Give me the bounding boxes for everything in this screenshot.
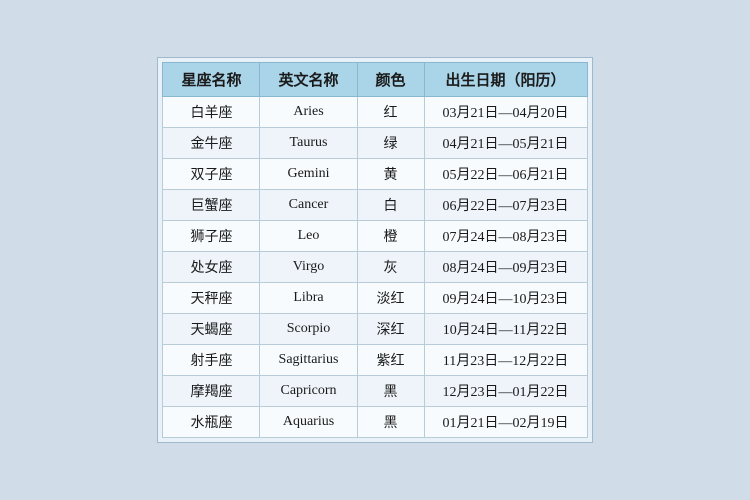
table-row: 水瓶座Aquarius黑01月21日—02月19日 <box>163 407 587 438</box>
english-name-cell: Sagittarius <box>260 345 357 376</box>
chinese-name-cell: 白羊座 <box>163 97 260 128</box>
english-name-cell: Leo <box>260 221 357 252</box>
chinese-name-cell: 摩羯座 <box>163 376 260 407</box>
table-row: 射手座Sagittarius紫红11月23日—12月22日 <box>163 345 587 376</box>
english-name-cell: Aries <box>260 97 357 128</box>
zodiac-table-container: 星座名称 英文名称 颜色 出生日期（阳历） 白羊座Aries红03月21日—04… <box>157 57 592 443</box>
color-cell: 黑 <box>357 376 424 407</box>
table-header-row: 星座名称 英文名称 颜色 出生日期（阳历） <box>163 63 587 97</box>
chinese-name-cell: 狮子座 <box>163 221 260 252</box>
dates-cell: 11月23日—12月22日 <box>424 345 587 376</box>
table-row: 双子座Gemini黄05月22日—06月21日 <box>163 159 587 190</box>
dates-cell: 03月21日—04月20日 <box>424 97 587 128</box>
header-dates: 出生日期（阳历） <box>424 63 587 97</box>
table-row: 天秤座Libra淡红09月24日—10月23日 <box>163 283 587 314</box>
header-color: 颜色 <box>357 63 424 97</box>
english-name-cell: Gemini <box>260 159 357 190</box>
color-cell: 白 <box>357 190 424 221</box>
zodiac-table: 星座名称 英文名称 颜色 出生日期（阳历） 白羊座Aries红03月21日—04… <box>162 62 587 438</box>
dates-cell: 01月21日—02月19日 <box>424 407 587 438</box>
chinese-name-cell: 巨蟹座 <box>163 190 260 221</box>
header-chinese-name: 星座名称 <box>163 63 260 97</box>
dates-cell: 09月24日—10月23日 <box>424 283 587 314</box>
header-english-name: 英文名称 <box>260 63 357 97</box>
chinese-name-cell: 金牛座 <box>163 128 260 159</box>
dates-cell: 12月23日—01月22日 <box>424 376 587 407</box>
dates-cell: 05月22日—06月21日 <box>424 159 587 190</box>
table-row: 巨蟹座Cancer白06月22日—07月23日 <box>163 190 587 221</box>
dates-cell: 07月24日—08月23日 <box>424 221 587 252</box>
english-name-cell: Taurus <box>260 128 357 159</box>
english-name-cell: Capricorn <box>260 376 357 407</box>
color-cell: 橙 <box>357 221 424 252</box>
english-name-cell: Scorpio <box>260 314 357 345</box>
color-cell: 灰 <box>357 252 424 283</box>
english-name-cell: Aquarius <box>260 407 357 438</box>
table-row: 狮子座Leo橙07月24日—08月23日 <box>163 221 587 252</box>
english-name-cell: Virgo <box>260 252 357 283</box>
dates-cell: 10月24日—11月22日 <box>424 314 587 345</box>
english-name-cell: Cancer <box>260 190 357 221</box>
table-row: 金牛座Taurus绿04月21日—05月21日 <box>163 128 587 159</box>
table-row: 处女座Virgo灰08月24日—09月23日 <box>163 252 587 283</box>
color-cell: 绿 <box>357 128 424 159</box>
color-cell: 黑 <box>357 407 424 438</box>
english-name-cell: Libra <box>260 283 357 314</box>
color-cell: 深红 <box>357 314 424 345</box>
chinese-name-cell: 处女座 <box>163 252 260 283</box>
table-row: 天蝎座Scorpio深红10月24日—11月22日 <box>163 314 587 345</box>
chinese-name-cell: 天秤座 <box>163 283 260 314</box>
dates-cell: 04月21日—05月21日 <box>424 128 587 159</box>
dates-cell: 06月22日—07月23日 <box>424 190 587 221</box>
chinese-name-cell: 射手座 <box>163 345 260 376</box>
table-row: 摩羯座Capricorn黑12月23日—01月22日 <box>163 376 587 407</box>
dates-cell: 08月24日—09月23日 <box>424 252 587 283</box>
chinese-name-cell: 双子座 <box>163 159 260 190</box>
color-cell: 黄 <box>357 159 424 190</box>
table-row: 白羊座Aries红03月21日—04月20日 <box>163 97 587 128</box>
chinese-name-cell: 天蝎座 <box>163 314 260 345</box>
color-cell: 淡红 <box>357 283 424 314</box>
table-body: 白羊座Aries红03月21日—04月20日金牛座Taurus绿04月21日—0… <box>163 97 587 438</box>
color-cell: 红 <box>357 97 424 128</box>
chinese-name-cell: 水瓶座 <box>163 407 260 438</box>
color-cell: 紫红 <box>357 345 424 376</box>
